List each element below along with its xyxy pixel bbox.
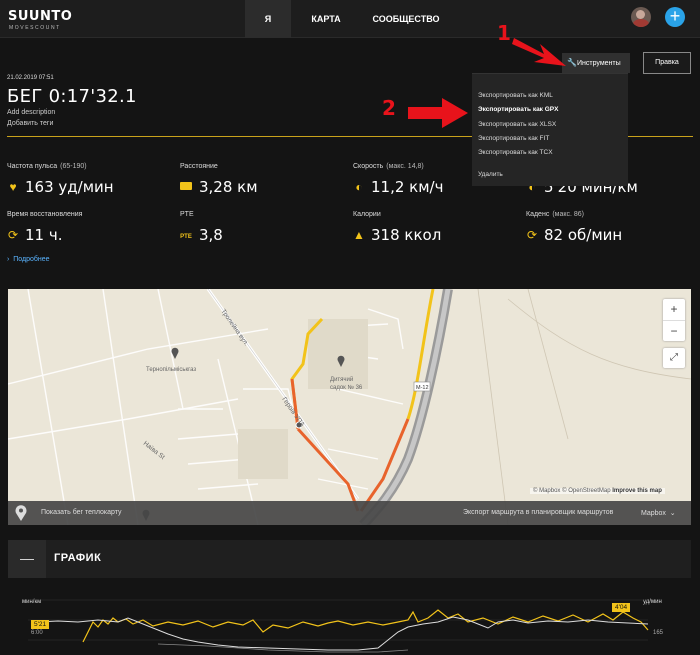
calories-label: Калории	[353, 211, 381, 218]
map-zoom-control: + −	[663, 299, 685, 341]
graph-right-value: 165	[653, 630, 664, 636]
district-label: Тернопільміськгаз	[146, 367, 196, 373]
tools-label: Инструменты	[577, 60, 621, 67]
menu-item-delete[interactable]: Удалить	[478, 171, 503, 178]
heart-rate-value-tag: 4'04	[612, 603, 631, 612]
menu-item-export-xlsx[interactable]: Экспортировать как XLSX	[478, 121, 556, 128]
edit-button[interactable]: Правка	[643, 52, 691, 74]
graph-left-value: 6:00	[31, 630, 43, 636]
zoom-in-button[interactable]: +	[663, 299, 685, 320]
road-shield-label: М-12	[416, 385, 429, 391]
tools-dropdown-menu: Экспортировать как KML Экспортировать ка…	[472, 73, 628, 186]
cadence-value: 82 об/мин	[544, 226, 623, 244]
map-attribution: © Mapbox © OpenStreetMap Improve this ma…	[530, 488, 665, 494]
collapse-graph-button[interactable]: —	[8, 540, 46, 578]
annotation-number-2: 2	[382, 96, 396, 120]
zoom-out-button[interactable]: −	[663, 320, 685, 341]
distance-value: 3,28 км	[199, 178, 258, 196]
graph-title: ГРАФИК	[54, 552, 102, 564]
mapbox-style-select[interactable]: Mapbox ⌄	[641, 509, 676, 517]
distance-icon	[180, 182, 192, 190]
street-label-3: Наїва St	[142, 440, 166, 461]
activity-date: 21.02.2019 07:51	[7, 75, 54, 81]
street-label-1: Тролейна вул.	[219, 308, 250, 348]
tab-community[interactable]: СООБЩЕСТВО	[370, 0, 442, 38]
pte-value: 3,8	[199, 226, 223, 244]
kindergarten-label-2: садок № 36	[330, 384, 363, 391]
tab-me[interactable]: Я	[245, 0, 291, 38]
add-description-link[interactable]: Add description	[7, 109, 55, 116]
tab-map[interactable]: КАРТА	[300, 0, 352, 38]
page-title: БЕГ 0:17'32.1	[7, 86, 137, 107]
arrow-annotation-2-icon	[408, 98, 468, 128]
flame-icon: ▲	[353, 228, 365, 242]
more-details-link[interactable]: › Подробнее	[7, 256, 50, 263]
menu-item-export-gpx[interactable]: Экспортировать как GPX	[478, 106, 558, 113]
chevron-down-icon: ⌄	[669, 510, 676, 517]
kindergarten-label-1: Дитячий	[330, 376, 353, 383]
export-route-link[interactable]: Экспорт маршрута в планировщик маршрутов	[463, 509, 613, 516]
improve-map-link[interactable]: Improve this map	[612, 488, 662, 494]
distance-label: Расстояние	[180, 163, 218, 170]
add-activity-button[interactable]: +	[665, 7, 685, 27]
avatar[interactable]	[631, 7, 651, 27]
arrow-annotation-1-icon	[512, 38, 566, 66]
suunto-logo[interactable]: SUUNTO MOVESCOUNT	[8, 9, 72, 31]
menu-item-export-tcx[interactable]: Экспортировать как TCX	[478, 149, 553, 156]
graph-section-header: — ГРАФИК	[8, 540, 691, 578]
recovery-value: 11 ч.	[25, 226, 63, 244]
chevron-right-icon: ›	[7, 256, 10, 263]
speed-value: 11,2 км/ч	[371, 178, 444, 196]
calories-value: 318 ккол	[371, 226, 442, 244]
menu-item-export-kml[interactable]: Экспортировать как KML	[478, 92, 553, 99]
pte-icon: PTE	[180, 234, 192, 240]
add-tags-link[interactable]: Добавить теги	[7, 120, 53, 127]
top-bar: SUUNTO MOVESCOUNT Я КАРТА СООБЩЕСТВО +	[0, 0, 700, 38]
heart-rate-value: 163 уд/мин	[25, 178, 114, 196]
speed-label: Скорость (макс. 14,8)	[353, 163, 424, 170]
graph-chart	[28, 599, 649, 653]
speedometer-icon: ◐	[355, 180, 363, 194]
cadence-icon: ⟳	[526, 228, 538, 242]
logo-main-text: SUUNTO	[8, 9, 73, 24]
pte-label: PTE	[180, 211, 194, 218]
cadence-label: Каденс (макс. 86)	[526, 211, 585, 218]
tools-button[interactable]: 🔧Инструменты	[562, 53, 630, 73]
recovery-label: Время восстановления	[7, 211, 83, 218]
annotation-number-1: 1	[497, 21, 511, 45]
recovery-icon: ⟳	[7, 228, 19, 242]
map-footer-bar: Показать бег теплокарту Экспорт маршрута…	[8, 501, 691, 525]
logo-sub-text: MOVESCOUNT	[9, 25, 61, 31]
fullscreen-icon[interactable]: ⤢	[663, 348, 685, 368]
menu-item-export-fit[interactable]: Экспортировать как FIT	[478, 135, 549, 142]
pace-value-tag: 5'21	[31, 620, 50, 629]
map-pin-icon	[15, 505, 27, 521]
heart-icon: ♥	[9, 180, 17, 194]
heart-rate-label: Частота пульса (65-190)	[7, 163, 87, 170]
show-heatmap-toggle[interactable]: Показать бег теплокарту	[41, 509, 122, 516]
